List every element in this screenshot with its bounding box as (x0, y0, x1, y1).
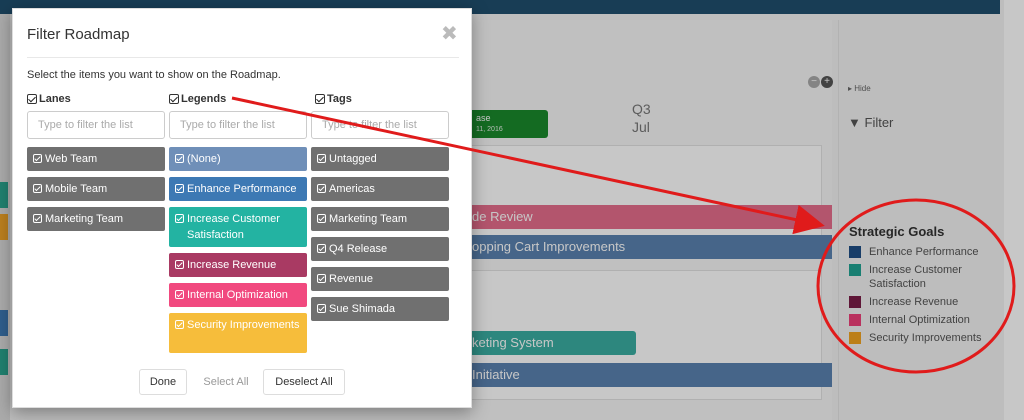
legends-filter-input[interactable] (169, 111, 307, 139)
checkbox-icon (175, 320, 184, 329)
tags-toggle[interactable]: Tags (315, 93, 352, 105)
legend-chip-increase-revenue[interactable]: Increase Revenue (169, 253, 307, 277)
tags-filter-input[interactable] (311, 111, 449, 139)
chip-label: Americas (329, 183, 375, 195)
lane-chip-marketing-team[interactable]: Marketing Team (27, 207, 165, 231)
chip-label: Marketing Team (329, 213, 408, 225)
legend-chip-increase-customer-satisfaction[interactable]: Increase Customer Satisfaction (169, 207, 307, 247)
dialog-instructions: Select the items you want to show on the… (27, 69, 281, 81)
lanes-filter-input[interactable] (27, 111, 165, 139)
checkbox-icon (33, 214, 42, 223)
close-icon[interactable]: ✖ (441, 21, 458, 46)
lanes-header: Lanes (39, 93, 71, 105)
lane-chip-web-team[interactable]: Web Team (27, 147, 165, 171)
select-all-button[interactable]: Select All (193, 369, 259, 395)
checkbox-icon (33, 154, 42, 163)
checkbox-icon (315, 94, 325, 104)
checkbox-icon (317, 214, 326, 223)
legend-chip-security-improvements[interactable]: Security Improvements (169, 313, 307, 353)
checkbox-icon (175, 260, 184, 269)
filter-roadmap-dialog: Filter Roadmap ✖ Select the items you wa… (12, 8, 472, 408)
legend-chip-internal-optimization[interactable]: Internal Optimization (169, 283, 307, 307)
chip-label: Untagged (329, 153, 377, 165)
tag-chip-q4-release[interactable]: Q4 Release (311, 237, 449, 261)
checkbox-icon (169, 94, 179, 104)
deselect-all-button[interactable]: Deselect All (263, 369, 345, 395)
legend-chip-none[interactable]: (None) (169, 147, 307, 171)
checkbox-icon (317, 184, 326, 193)
chip-label: Enhance Performance (187, 183, 297, 195)
tag-chip-americas[interactable]: Americas (311, 177, 449, 201)
chip-label: Security Improvements (187, 319, 300, 331)
lanes-toggle[interactable]: Lanes (27, 93, 71, 105)
checkbox-icon (175, 154, 184, 163)
chip-label: Web Team (45, 153, 98, 165)
chip-label: Increase Revenue (187, 259, 277, 271)
tag-chip-revenue[interactable]: Revenue (311, 267, 449, 291)
checkbox-icon (27, 94, 37, 104)
chip-label: Revenue (329, 273, 374, 285)
checkbox-icon (317, 274, 326, 283)
checkbox-icon (175, 214, 184, 223)
tags-header: Tags (327, 93, 352, 105)
checkbox-icon (175, 184, 184, 193)
checkbox-icon (317, 154, 326, 163)
done-button[interactable]: Done (139, 369, 187, 395)
legend-chip-enhance-performance[interactable]: Enhance Performance (169, 177, 307, 201)
chip-label: Mobile Team (45, 183, 108, 195)
checkbox-icon (175, 290, 184, 299)
chip-label: Internal Optimization (187, 289, 288, 301)
chip-label: Q4 Release (329, 243, 388, 255)
chip-label: Marketing Team (45, 213, 124, 225)
dialog-title: Filter Roadmap (27, 26, 130, 43)
legends-toggle[interactable]: Legends (169, 93, 226, 105)
checkbox-icon (317, 244, 326, 253)
tag-chip-sue-shimada[interactable]: Sue Shimada (311, 297, 449, 321)
checkbox-icon (33, 184, 42, 193)
legends-header: Legends (181, 93, 227, 105)
tag-chip-marketing-team[interactable]: Marketing Team (311, 207, 449, 231)
chip-label: Increase Customer Satisfaction (187, 213, 280, 241)
divider (27, 57, 459, 58)
lane-chip-mobile-team[interactable]: Mobile Team (27, 177, 165, 201)
chip-label: Sue Shimada (329, 303, 396, 315)
tag-chip-untagged[interactable]: Untagged (311, 147, 449, 171)
chip-label: (None) (187, 153, 221, 165)
checkbox-icon (317, 304, 326, 313)
